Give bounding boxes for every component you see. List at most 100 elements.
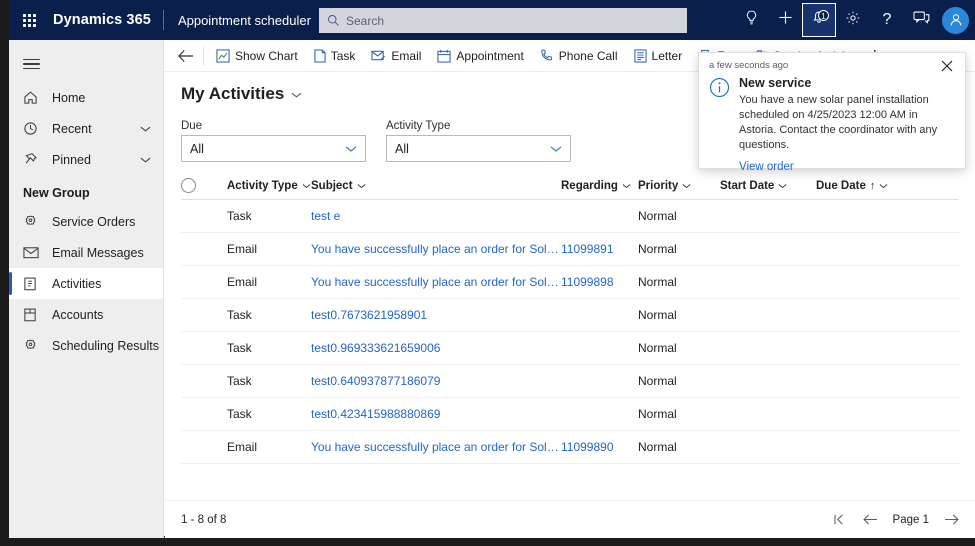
envelope-icon (23, 246, 43, 259)
first-page-button[interactable] (833, 512, 849, 528)
cell-link[interactable]: test0.423415988880869 (311, 407, 440, 421)
column-header-priority[interactable]: Priority (638, 180, 720, 192)
cell-text: Normal (638, 242, 677, 256)
sidebar-item-email-messages[interactable]: Email Messages (9, 237, 163, 268)
chevron-down-icon (302, 183, 311, 189)
sidebar-item-scheduling-results[interactable]: Scheduling Results (9, 330, 163, 361)
new-button[interactable] (768, 3, 802, 37)
insights-button[interactable] (734, 3, 768, 37)
cell-text: Normal (638, 341, 677, 355)
table-row[interactable]: EmailYou have successfully place an orde… (181, 431, 959, 464)
toast-header: a few seconds ago (709, 60, 955, 72)
table-row[interactable]: Tasktest0.640937877186079Normal (181, 365, 959, 398)
cell-text: Normal (638, 407, 677, 421)
cell-link[interactable]: 11099891 (561, 242, 614, 256)
sidebar-item-accounts[interactable]: Accounts (9, 299, 163, 330)
view-selector[interactable]: My Activities (181, 84, 302, 104)
cell-text: Normal (638, 308, 677, 322)
cell-regarding[interactable]: 11099898 (561, 275, 638, 289)
cell-subject[interactable]: test0.640937877186079 (311, 374, 561, 388)
table-row[interactable]: EmailYou have successfully place an orde… (181, 266, 959, 299)
brand-title: Dynamics 365 (49, 12, 163, 28)
cell-priority: Normal (638, 308, 720, 322)
show-chart-button[interactable]: Show Chart (208, 41, 306, 71)
gear-icon (845, 10, 861, 31)
help-button[interactable]: ? (870, 3, 904, 37)
command-label: Appointment (456, 49, 523, 63)
select-all-checkbox[interactable] (181, 178, 196, 193)
plus-icon (778, 10, 793, 30)
appointment-button[interactable]: Appointment (429, 41, 531, 71)
settings-button[interactable] (836, 3, 870, 37)
cell-subject[interactable]: You have successfully place an order for… (311, 242, 561, 256)
chevron-down-icon[interactable] (140, 156, 151, 164)
sidebar-item-activities[interactable]: Activities (9, 268, 163, 299)
letter-icon (634, 49, 647, 63)
feedback-icon (913, 10, 930, 30)
due-filter-select[interactable]: All (181, 135, 366, 162)
cell-subject[interactable]: You have successfully place an order for… (311, 275, 561, 289)
app-launcher-button[interactable] (9, 0, 49, 40)
column-label: Start Date (720, 180, 774, 192)
cell-link[interactable]: test0.640937877186079 (311, 374, 440, 388)
home-icon (23, 90, 43, 105)
cell-link[interactable]: test0.969333621659006 (311, 341, 440, 355)
cell-link[interactable]: You have successfully place an order for… (311, 275, 561, 289)
sidebar-item-label: Accounts (52, 308, 163, 322)
toast-message: You have a new solar panel installation … (739, 93, 955, 153)
sidebar-item-service-orders[interactable]: Service Orders (9, 206, 163, 237)
table-row[interactable]: EmailYou have successfully place an orde… (181, 233, 959, 266)
notifications-button[interactable]: 1 (802, 3, 836, 37)
letter-button[interactable]: Letter (626, 41, 691, 71)
cell-link[interactable]: test e (311, 209, 340, 223)
column-header-activity-type[interactable]: Activity Type (227, 180, 311, 192)
table-row[interactable]: Tasktest0.969333621659006Normal (181, 332, 959, 365)
cell-subject[interactable]: test0.7673621958901 (311, 308, 561, 322)
cell-link[interactable]: 11099890 (561, 440, 614, 454)
cell-subject[interactable]: You have successfully place an order for… (311, 440, 561, 454)
column-header-regarding[interactable]: Regarding (561, 180, 638, 192)
cell-subject[interactable]: test0.423415988880869 (311, 407, 561, 421)
cell-activity-type: Task (227, 209, 311, 223)
sidebar-item-pinned[interactable]: Pinned (9, 144, 163, 175)
table-row[interactable]: Tasktest eNormal (181, 200, 959, 233)
cell-priority: Normal (638, 374, 720, 388)
phone-icon (540, 49, 554, 63)
cell-priority: Normal (638, 407, 720, 421)
cell-regarding[interactable]: 11099890 (561, 440, 638, 454)
cell-regarding[interactable]: 11099891 (561, 242, 638, 256)
phone-call-button[interactable]: Phone Call (532, 41, 626, 71)
previous-page-button[interactable] (863, 512, 879, 528)
task-button[interactable]: Task (306, 41, 364, 71)
next-page-button[interactable] (943, 512, 959, 528)
table-row[interactable]: Tasktest0.7673621958901Normal (181, 299, 959, 332)
sidebar-toggle-button[interactable] (9, 46, 53, 82)
search-input[interactable] (346, 10, 679, 31)
cell-link[interactable]: test0.7673621958901 (311, 308, 427, 322)
back-button[interactable] (171, 41, 201, 71)
chevron-down-icon[interactable] (140, 125, 151, 133)
email-button[interactable]: Email (363, 41, 429, 71)
column-header-start-date[interactable]: Start Date (720, 180, 816, 192)
feedback-button[interactable] (904, 3, 938, 37)
account-icon (23, 307, 43, 322)
cell-subject[interactable]: test e (311, 209, 561, 223)
table-row[interactable]: Tasktest0.423415988880869Normal (181, 398, 959, 431)
sidebar-item-label: Pinned (52, 153, 140, 167)
cell-link[interactable]: You have successfully place an order for… (311, 440, 561, 454)
sidebar-item-recent[interactable]: Recent (9, 113, 163, 144)
sidebar-item-home[interactable]: Home (9, 82, 163, 113)
avatar[interactable] (942, 7, 969, 34)
global-search[interactable] (319, 8, 687, 33)
column-header-subject[interactable]: Subject (311, 180, 561, 192)
cell-link[interactable]: 11099898 (561, 275, 614, 289)
command-label: Task (331, 49, 356, 63)
cell-subject[interactable]: test0.969333621659006 (311, 341, 561, 355)
command-separator (203, 47, 204, 65)
cell-link[interactable]: You have successfully place an order for… (311, 242, 561, 256)
view-order-link[interactable]: View order (739, 161, 794, 173)
activity-type-filter-select[interactable]: All (386, 135, 571, 162)
column-header-due-date[interactable]: Due Date ↑ (816, 180, 906, 192)
close-icon[interactable] (939, 60, 955, 72)
sidebar-item-label: Service Orders (52, 215, 163, 229)
